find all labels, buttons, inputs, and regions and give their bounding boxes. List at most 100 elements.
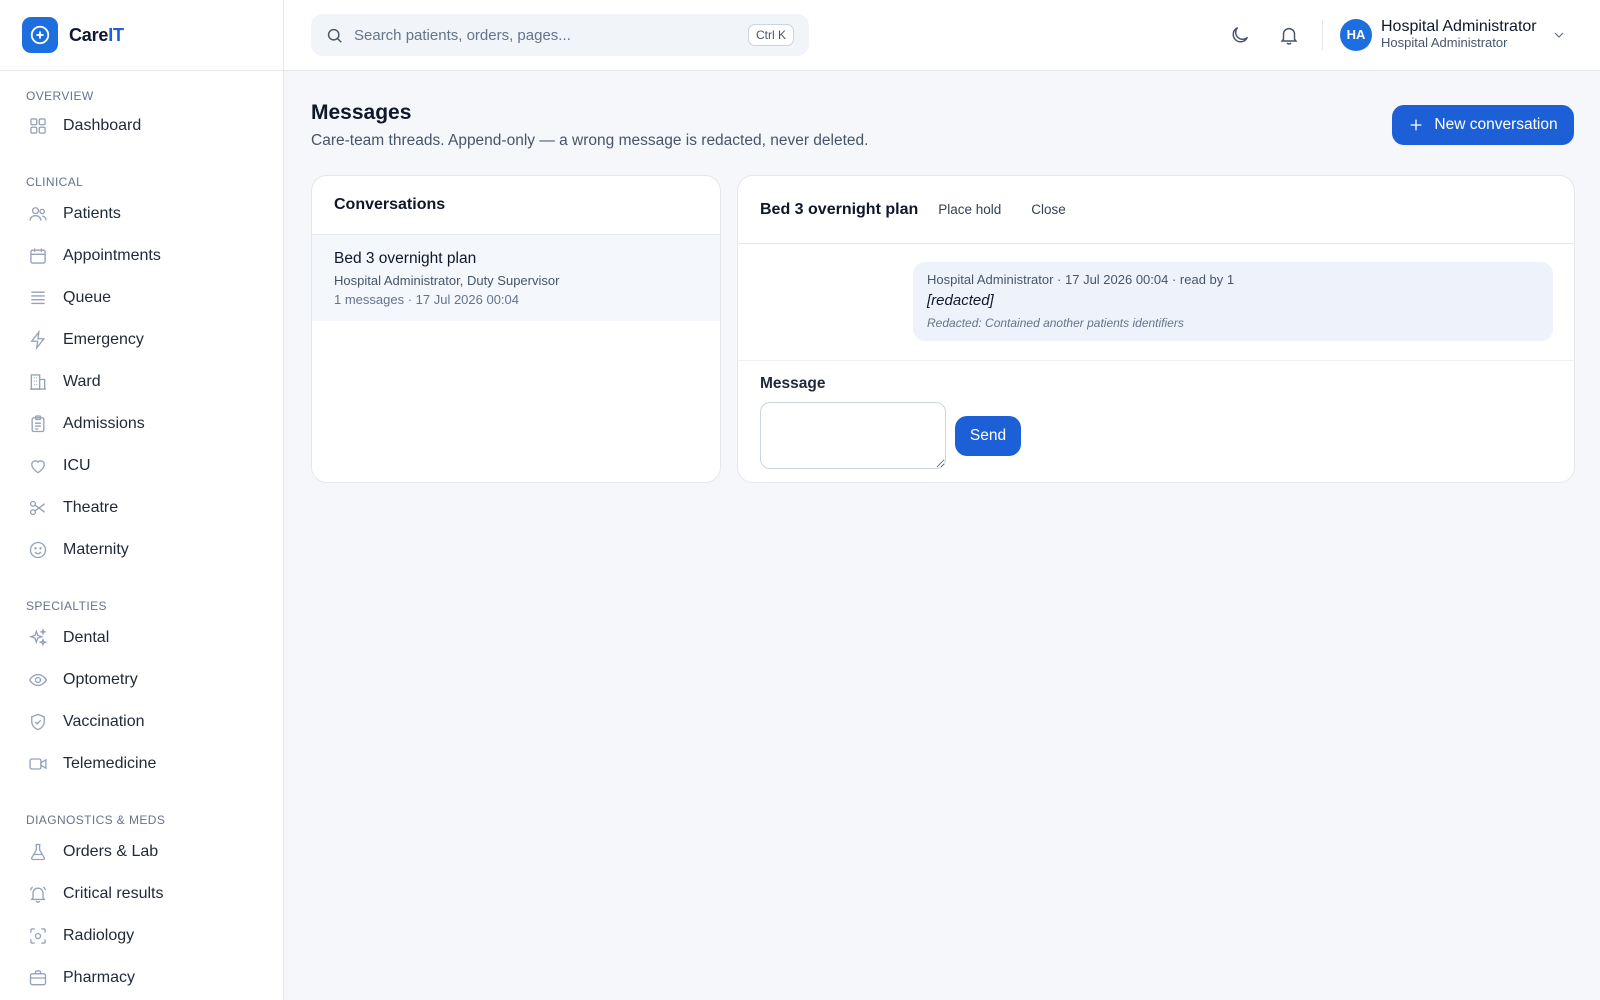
sidebar-item-label: Queue [63, 289, 112, 306]
heart-icon [27, 456, 48, 477]
sidebar-item-pharmacy[interactable]: Pharmacy [0, 957, 283, 999]
sidebar-item-telemedicine[interactable]: Telemedicine [0, 743, 283, 785]
topbar: Ctrl K HA Hospital Administrator Hospita… [284, 0, 1600, 71]
message-meta: Hospital Administrator · 17 Jul 2026 00:… [927, 272, 1235, 287]
conversations-panel: Conversations Bed 3 overnight plan Hospi… [311, 175, 721, 483]
message-composer: Message Send [738, 361, 1574, 482]
users-icon [27, 204, 48, 225]
list-icon [27, 288, 48, 309]
conversation-meta: 1 messages · 17 Jul 2026 00:04 [334, 292, 520, 307]
conversation-participants: Hospital Administrator, Duty Supervisor [334, 273, 560, 288]
user-name: Hospital Administrator [1381, 18, 1537, 35]
message-label: Message [760, 375, 826, 392]
bell-ring-icon [27, 884, 48, 905]
new-conversation-label: New conversation [1434, 116, 1558, 133]
sidebar-item-label: Radiology [63, 927, 135, 944]
sidebar-item-label: Admissions [63, 415, 145, 432]
sidebar-item-label: Patients [63, 205, 121, 222]
redaction-note: Redacted: Contained another patients ide… [927, 316, 1184, 330]
sidebar-item-label: Critical results [63, 885, 164, 902]
thread-title: Bed 3 overnight plan [760, 200, 919, 218]
user-menu[interactable]: HA Hospital Administrator Hospital Admin… [1340, 18, 1567, 51]
sidebar-item-critical-results[interactable]: Critical results [0, 873, 283, 915]
sidebar-item-admissions[interactable]: Admissions [0, 403, 283, 445]
sidebar-item-label: Vaccination [63, 713, 145, 730]
sidebar-item-label: ICU [63, 457, 91, 474]
sidebar-item-label: Dental [63, 629, 110, 646]
smile-icon [27, 540, 48, 561]
sidebar-item-label: Maternity [63, 541, 129, 558]
sparkles-icon [27, 628, 48, 649]
sidebar-item-orders-lab[interactable]: Orders & Lab [0, 831, 283, 873]
sidebar-item-optometry[interactable]: Optometry [0, 659, 283, 701]
place-hold-button[interactable]: Place hold [938, 202, 1001, 217]
flask-icon [27, 842, 48, 863]
dark-mode-moon-icon[interactable] [1229, 24, 1253, 48]
sidebar-item-appointments[interactable]: Appointments [0, 235, 283, 277]
clipboard-icon [27, 414, 48, 435]
nav-section-title: CLINICAL [26, 175, 84, 189]
calendar-icon [27, 246, 48, 267]
sidebar-item-dashboard[interactable]: Dashboard [0, 105, 283, 147]
sidebar-item-label: Telemedicine [63, 755, 157, 772]
global-search[interactable]: Ctrl K [311, 14, 809, 56]
new-conversation-button[interactable]: New conversation [1392, 105, 1574, 145]
thread-header: Bed 3 overnight plan Place hold Close [738, 176, 1574, 244]
page-subtitle: Care-team threads. Append-only — a wrong… [311, 132, 869, 149]
message-body: [redacted] [927, 292, 994, 309]
conversations-header: Conversations [312, 176, 720, 235]
building-icon [27, 372, 48, 393]
sidebar-item-theatre[interactable]: Theatre [0, 487, 283, 529]
search-icon [325, 26, 344, 45]
sidebar-item-vaccination[interactable]: Vaccination [0, 701, 283, 743]
sidebar-item-label: Theatre [63, 499, 119, 516]
sidebar-item-label: Dashboard [63, 117, 142, 134]
bolt-icon [27, 330, 48, 351]
sidebar-item-icu[interactable]: ICU [0, 445, 283, 487]
grid-icon [27, 116, 48, 137]
plus-circle-logo-icon [22, 17, 58, 53]
sidebar-item-label: Orders & Lab [63, 843, 159, 860]
sidebar-item-queue[interactable]: Queue [0, 277, 283, 319]
sidebar-item-ward[interactable]: Ward [0, 361, 283, 403]
eye-icon [27, 670, 48, 691]
video-icon [27, 754, 48, 775]
avatar: HA [1340, 18, 1372, 51]
notifications-bell-icon[interactable] [1278, 24, 1302, 48]
message-textarea[interactable] [760, 402, 946, 469]
sidebar-nav: OVERVIEW Dashboard CLINICAL Patients App… [0, 71, 283, 999]
sidebar-item-label: Optometry [63, 671, 138, 688]
app-name: CareIT [69, 24, 124, 45]
message-list: Hospital Administrator · 17 Jul 2026 00:… [738, 244, 1574, 361]
sidebar-item-label: Appointments [63, 247, 161, 264]
sidebar-item-label: Ward [63, 373, 101, 390]
conversation-list-item[interactable]: Bed 3 overnight plan Hospital Administra… [312, 235, 720, 321]
user-role: Hospital Administrator [1381, 35, 1508, 51]
sidebar-item-emergency[interactable]: Emergency [0, 319, 283, 361]
search-shortcut-badge: Ctrl K [748, 24, 794, 46]
sidebar: CareIT OVERVIEW Dashboard CLINICAL Patie… [0, 0, 284, 1000]
briefcase-icon [27, 968, 48, 989]
thread-panel: Bed 3 overnight plan Place hold Close Ho… [737, 175, 1575, 483]
sidebar-item-label: Pharmacy [63, 969, 136, 986]
send-button[interactable]: Send [955, 415, 1021, 456]
conversation-title: Bed 3 overnight plan [334, 250, 477, 267]
nav-section-title: OVERVIEW [26, 89, 94, 103]
shield-check-icon [27, 712, 48, 733]
chevron-down-icon [1551, 27, 1567, 43]
sidebar-item-maternity[interactable]: Maternity [0, 529, 283, 571]
plus-icon [1411, 119, 1422, 131]
close-thread-button[interactable]: Close [1031, 202, 1066, 217]
nav-section-title: SPECIALTIES [26, 599, 107, 613]
page-title: Messages [311, 101, 412, 124]
message-bubble: Hospital Administrator · 17 Jul 2026 00:… [913, 262, 1553, 341]
scissors-icon [27, 498, 48, 519]
brand[interactable]: CareIT [0, 0, 283, 71]
sidebar-item-label: Emergency [63, 331, 144, 348]
sidebar-item-radiology[interactable]: Radiology [0, 915, 283, 957]
sidebar-item-dental[interactable]: Dental [0, 617, 283, 659]
topbar-divider [1322, 20, 1323, 50]
search-input[interactable] [354, 26, 734, 44]
scan-icon [27, 926, 48, 947]
sidebar-item-patients[interactable]: Patients [0, 193, 283, 235]
